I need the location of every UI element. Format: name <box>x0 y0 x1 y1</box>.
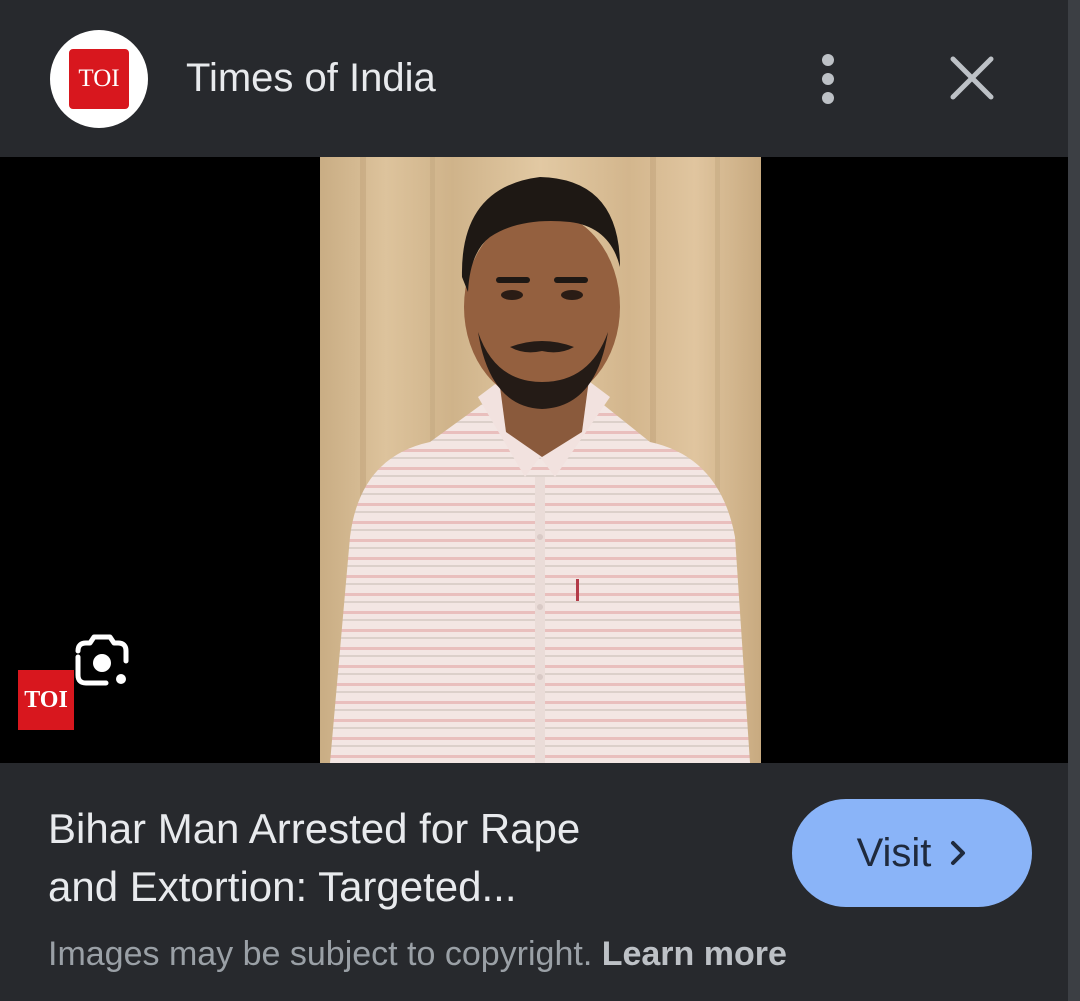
scrollbar[interactable] <box>1068 0 1080 1001</box>
copyright-notice: Images may be subject to copyright. Lear… <box>48 932 787 976</box>
copyright-text: Images may be subject to copyright. <box>48 935 593 973</box>
source-site-name[interactable]: Times of India <box>186 54 436 102</box>
result-headline[interactable]: Bihar Man Arrested for Rape and Extortio… <box>48 800 748 916</box>
more-vert-icon-dot <box>822 73 834 85</box>
close-button[interactable] <box>944 50 1000 106</box>
chevron-right-icon <box>951 841 966 865</box>
toi-watermark: TOI <box>18 670 74 730</box>
visit-button[interactable]: Visit <box>792 799 1032 907</box>
headline-line-2: and Extortion: Targeted... <box>48 863 517 910</box>
more-vert-icon <box>822 54 834 66</box>
learn-more-link[interactable]: Learn more <box>602 935 787 973</box>
headline-line-1: Bihar Man Arrested for Rape <box>48 805 581 852</box>
toi-logo-icon: TOI <box>69 49 129 109</box>
google-lens-button[interactable] <box>70 633 134 691</box>
more-options-button[interactable] <box>800 46 856 112</box>
preview-image-area[interactable]: TOI <box>0 157 1068 763</box>
preview-photo[interactable] <box>320 157 761 763</box>
google-lens-icon <box>75 634 129 686</box>
more-vert-icon-dot <box>822 92 834 104</box>
visit-label: Visit <box>856 830 932 875</box>
image-preview-panel: TOI Times of India TOI Bihar Man Arreste… <box>0 0 1080 1001</box>
close-icon <box>950 56 994 100</box>
source-logo: TOI <box>50 30 148 128</box>
source-header: TOI Times of India <box>0 0 1068 157</box>
